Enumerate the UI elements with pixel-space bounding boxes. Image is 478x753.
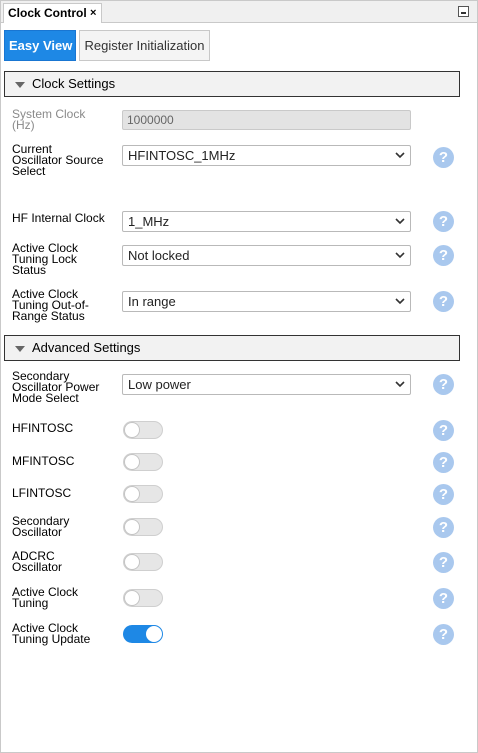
close-icon[interactable]: × [90,4,96,22]
adcrc-oscillator-label: ADCRC Oscillator [12,549,63,574]
tuning-lock-label: Active Clock Tuning Lock Status [12,241,79,277]
system-clock-field: 1000000 [122,110,411,130]
chevron-down-icon [395,152,405,159]
minimize-icon[interactable] [458,6,469,17]
advanced-settings-header[interactable]: Advanced Settings [4,335,460,361]
toggle-knob [124,590,140,606]
tuning-lock-select[interactable]: Not locked [122,245,411,266]
secondary-oscillator-label: Secondary Oscillator [12,514,70,539]
toggle-knob [124,422,140,438]
tuning-range-label: Active Clock Tuning Out-of- Range Status [12,287,89,323]
toggle-knob [124,554,140,570]
help-icon[interactable]: ? [433,588,454,609]
tab-title: Clock Control [8,6,87,20]
mfintosc-toggle[interactable] [123,453,163,471]
chevron-down-icon [395,381,405,388]
help-icon[interactable]: ? [433,452,454,473]
tuning-range-select[interactable]: In range [122,291,411,312]
system-clock-label: System Clock (Hz) [12,107,86,132]
collapse-triangle-icon [15,346,25,352]
hfintosc-toggle[interactable] [123,421,163,439]
clock-control-panel: Clock Control × Easy View Register Initi… [0,0,478,753]
osc-source-value: HFINTOSC_1MHz [128,148,236,163]
help-icon[interactable]: ? [433,517,454,538]
help-icon[interactable]: ? [433,552,454,573]
adcrc-oscillator-toggle[interactable] [123,553,163,571]
mfintosc-label: MFINTOSC [12,454,75,468]
help-icon[interactable]: ? [433,147,454,168]
toggle-knob [124,486,140,502]
hf-internal-clock-select[interactable]: 1_MHz [122,211,411,232]
tuning-range-value: In range [128,294,176,309]
lfintosc-label: LFINTOSC [12,486,72,500]
collapse-triangle-icon [15,82,25,88]
tuning-update-toggle[interactable] [123,625,163,643]
secondary-oscillator-toggle[interactable] [123,518,163,536]
tab-clock-control[interactable]: Clock Control × [3,3,102,23]
help-icon[interactable]: ? [433,211,454,232]
active-clock-tuning-label: Active Clock Tuning [12,585,79,610]
clock-settings-header[interactable]: Clock Settings [4,71,460,97]
sec-osc-power-select[interactable]: Low power [122,374,411,395]
osc-source-label: Current Oscillator Source Select [12,142,104,178]
active-clock-tuning-toggle[interactable] [123,589,163,607]
tab-easy-view[interactable]: Easy View [4,30,76,61]
chevron-down-icon [395,252,405,259]
help-icon[interactable]: ? [433,291,454,312]
lfintosc-toggle[interactable] [123,485,163,503]
section-title: Advanced Settings [32,340,141,355]
chevron-down-icon [395,298,405,305]
tuning-lock-value: Not locked [128,248,190,263]
help-icon[interactable]: ? [433,624,454,645]
toggle-knob [124,519,140,535]
osc-source-select[interactable]: HFINTOSC_1MHz [122,145,411,166]
hf-internal-clock-label: HF Internal Clock [12,211,105,225]
help-icon[interactable]: ? [433,484,454,505]
hf-internal-clock-value: 1_MHz [128,214,170,229]
help-icon[interactable]: ? [433,245,454,266]
sec-osc-power-label: Secondary Oscillator Power Mode Select [12,369,100,405]
chevron-down-icon [395,218,405,225]
toggle-knob [124,454,140,470]
panel-tab-bar: Clock Control × [1,1,477,23]
tab-register-initialization[interactable]: Register Initialization [79,30,210,61]
sec-osc-power-value: Low power [128,377,191,392]
toggle-knob [146,626,162,642]
section-title: Clock Settings [32,76,116,91]
tuning-update-label: Active Clock Tuning Update [12,621,91,646]
help-icon[interactable]: ? [433,374,454,395]
hfintosc-label: HFINTOSC [12,421,74,435]
help-icon[interactable]: ? [433,420,454,441]
